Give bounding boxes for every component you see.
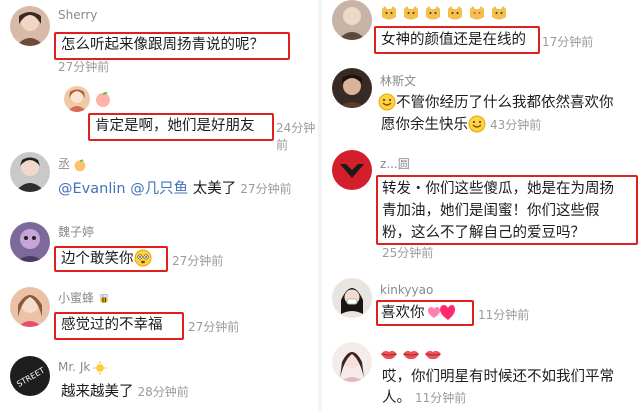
avatar[interactable] xyxy=(332,150,372,190)
highlight-box xyxy=(374,26,540,54)
username[interactable]: z...圆 xyxy=(380,155,410,172)
username[interactable]: 丞 xyxy=(58,155,87,172)
username[interactable]: kinkyyao xyxy=(380,283,433,297)
smile-emoji-icon xyxy=(468,115,486,133)
avatar[interactable] xyxy=(332,68,372,108)
lips-icon xyxy=(380,346,398,362)
cat-face-icon xyxy=(446,5,464,21)
right-comment-column: 女神的颜值还是在线的 17分钟前 林斯文 不管你经历了什么我都依然喜欢你 愿你余… xyxy=(322,0,640,411)
user-badges xyxy=(380,5,512,21)
timestamp: 27分钟前 xyxy=(58,60,110,74)
peach-icon xyxy=(94,90,112,108)
avatar[interactable]: STREET xyxy=(10,356,50,396)
cat-face-icon xyxy=(424,5,442,21)
comment-line: 人。 xyxy=(382,390,411,406)
left-comment-column: Sherry 怎么听起来像跟周扬青说的呢？ 27分钟前 肯定是啊，她们是好朋友 … xyxy=(0,0,318,411)
peach-icon xyxy=(73,158,87,172)
comment-line: 不管你经历了什么我都依然喜欢你 xyxy=(396,95,614,111)
comment-body: 太美了 xyxy=(188,181,237,197)
username[interactable]: 林斯文 xyxy=(380,72,416,89)
username[interactable]: Sherry xyxy=(58,8,97,22)
avatar[interactable] xyxy=(10,152,50,192)
username[interactable]: Mr. Jk xyxy=(58,360,107,375)
mention-link[interactable]: @几只鱼 xyxy=(130,181,188,197)
timestamp: 43分钟前 xyxy=(490,118,542,132)
timestamp: 27分钟前 xyxy=(240,182,292,196)
timestamp: 24分钟前 xyxy=(276,121,316,152)
cat-face-icon xyxy=(490,5,508,21)
username-label[interactable]: Mr. Jk xyxy=(58,360,90,374)
lips-icon xyxy=(424,346,442,362)
avatar[interactable] xyxy=(10,287,50,327)
avatar[interactable] xyxy=(10,6,50,46)
bee-icon xyxy=(97,292,111,306)
timestamp: 11分钟前 xyxy=(415,391,467,405)
avatar[interactable] xyxy=(10,222,50,262)
timestamp: 28分钟前 xyxy=(137,385,189,399)
comment-text: @Evanlin @几只鱼 太美了 27分钟前 xyxy=(58,178,292,200)
comment-body: 越来越美了 xyxy=(61,384,134,400)
highlight-box xyxy=(376,300,474,326)
sun-icon xyxy=(93,361,107,375)
username-label[interactable]: 小蜜蜂 xyxy=(58,291,94,305)
highlight-box xyxy=(54,312,184,340)
cat-face-icon xyxy=(468,5,486,21)
user-badges xyxy=(380,346,446,362)
comment-text: 哎，你们明星有时候还不如我们平常 xyxy=(382,369,614,385)
mention-link[interactable]: @Evanlin xyxy=(58,181,126,197)
timestamp: 27分钟前 xyxy=(188,320,240,334)
highlight-box xyxy=(54,246,168,272)
lips-icon xyxy=(402,346,420,362)
timestamp: 27分钟前 xyxy=(172,254,224,268)
avatar[interactable] xyxy=(332,0,372,40)
timestamp: 25分钟前 xyxy=(382,246,434,260)
highlight-box xyxy=(88,113,274,141)
timestamp: 11分钟前 xyxy=(478,308,530,322)
highlight-box xyxy=(376,175,638,245)
comment-text: 愿你余生快乐 43分钟前 xyxy=(381,114,541,136)
cat-face-icon xyxy=(380,5,398,21)
comment-text: 越来越美了 28分钟前 xyxy=(61,381,189,403)
comment-text: 不管你经历了什么我都依然喜欢你 xyxy=(378,92,614,114)
smile-emoji-icon xyxy=(378,93,396,111)
avatar[interactable] xyxy=(64,86,90,112)
avatar[interactable] xyxy=(332,342,372,382)
cat-face-icon xyxy=(402,5,420,21)
avatar[interactable] xyxy=(332,278,372,318)
highlight-box xyxy=(54,32,290,60)
username[interactable]: 魏子婷 xyxy=(58,223,94,240)
username[interactable]: 小蜜蜂 xyxy=(58,289,111,306)
comment-line: 愿你余生快乐 xyxy=(381,117,468,133)
timestamp: 17分钟前 xyxy=(542,35,594,49)
username-label[interactable]: 丞 xyxy=(58,157,70,171)
comment-text: 人。 11分钟前 xyxy=(382,387,466,409)
